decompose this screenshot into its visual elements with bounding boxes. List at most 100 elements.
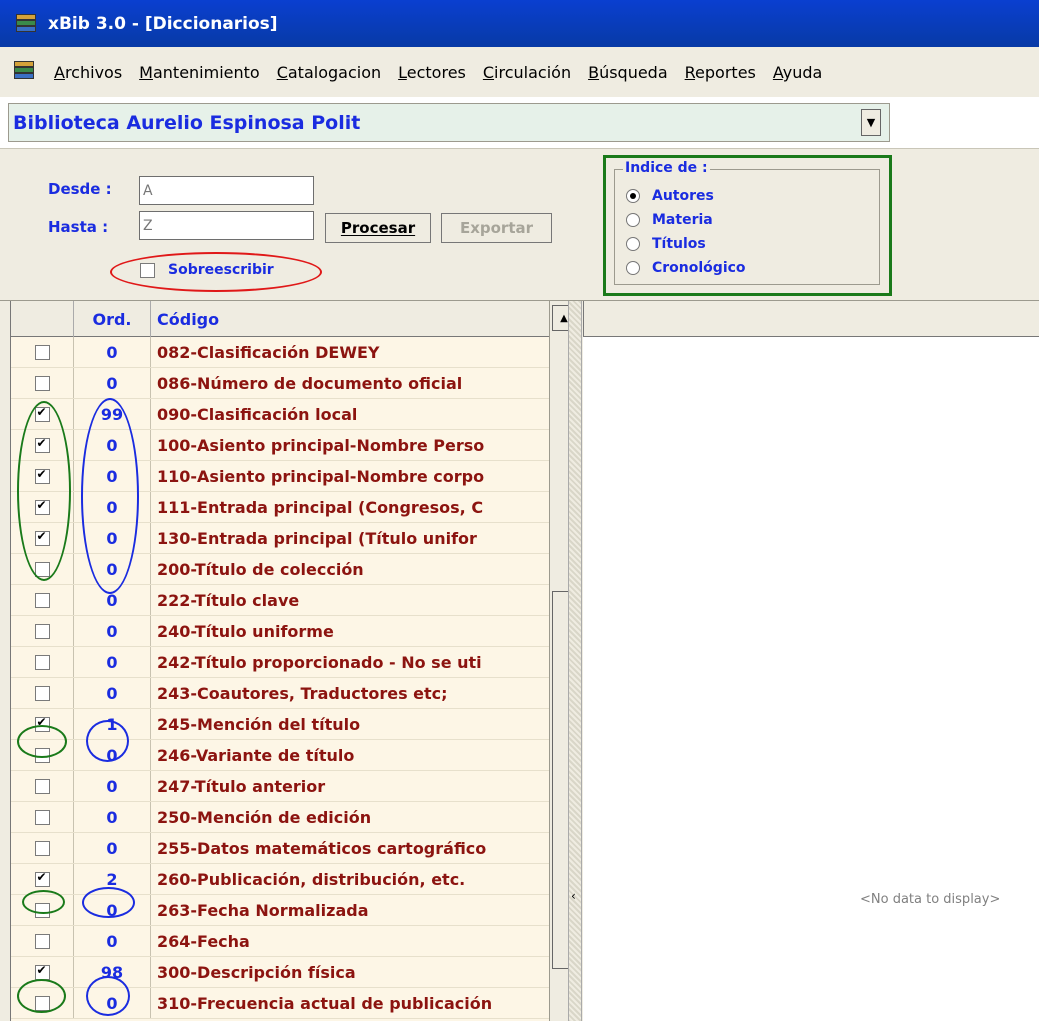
row-codigo[interactable]: 200-Título de colección bbox=[151, 554, 568, 584]
row-ord[interactable]: 0 bbox=[74, 678, 151, 708]
row-ord[interactable]: 1 bbox=[74, 709, 151, 739]
books-icon[interactable] bbox=[12, 59, 38, 85]
checkbox-icon[interactable] bbox=[34, 685, 50, 701]
row-checkbox-cell[interactable] bbox=[11, 616, 74, 646]
radio-selected-icon[interactable] bbox=[626, 189, 640, 203]
checkbox-icon[interactable] bbox=[34, 715, 50, 732]
row-ord[interactable]: 99 bbox=[74, 399, 151, 429]
checkbox-icon[interactable] bbox=[34, 747, 50, 763]
checkbox-icon[interactable] bbox=[34, 870, 50, 887]
dictionary-grid[interactable]: Ord. Código 0 082-Clasificación DEWEY 0 086… bbox=[10, 301, 568, 1021]
row-codigo[interactable]: 240-Título uniforme bbox=[151, 616, 568, 646]
checkbox-icon[interactable] bbox=[34, 344, 50, 360]
row-checkbox-cell[interactable] bbox=[11, 554, 74, 584]
row-ord[interactable]: 0 bbox=[74, 771, 151, 801]
row-checkbox-cell[interactable] bbox=[11, 833, 74, 863]
row-ord[interactable]: 0 bbox=[74, 833, 151, 863]
checkbox-icon[interactable] bbox=[34, 995, 50, 1011]
row-checkbox-cell[interactable] bbox=[11, 957, 74, 987]
sobreescribir-checkbox[interactable]: Sobreescribir bbox=[140, 262, 274, 278]
checkbox-icon[interactable] bbox=[34, 529, 50, 546]
row-codigo[interactable]: 100-Asiento principal-Nombre Perso bbox=[151, 430, 568, 460]
header-check[interactable] bbox=[11, 301, 74, 337]
row-codigo[interactable]: 086-Número de documento oficial bbox=[151, 368, 568, 398]
row-codigo[interactable]: 110-Asiento principal-Nombre corpo bbox=[151, 461, 568, 491]
row-codigo[interactable]: 250-Mención de edición bbox=[151, 802, 568, 832]
menu-mantenimiento[interactable]: Mantenimiento bbox=[139, 63, 260, 82]
table-row[interactable]: 0 082-Clasificación DEWEY bbox=[11, 337, 568, 368]
table-row[interactable]: 2260-Publicación, distribución, etc. bbox=[11, 864, 568, 895]
library-select[interactable]: Biblioteca Aurelio Espinosa Polit ▼ bbox=[8, 103, 890, 142]
row-ord[interactable]: 0 bbox=[74, 988, 151, 1018]
row-ord[interactable]: 0 bbox=[74, 337, 151, 367]
row-checkbox-cell[interactable] bbox=[11, 399, 74, 429]
row-codigo[interactable]: 260-Publicación, distribución, etc. bbox=[151, 864, 568, 894]
table-row[interactable]: 0 250-Mención de edición bbox=[11, 802, 568, 833]
row-codigo[interactable]: 130-Entrada principal (Título unifor bbox=[151, 523, 568, 553]
row-codigo[interactable]: 243-Coautores, Traductores etc; bbox=[151, 678, 568, 708]
table-row[interactable]: 0130-Entrada principal (Título unifor bbox=[11, 523, 568, 554]
checkbox-icon[interactable] bbox=[34, 778, 50, 794]
row-ord[interactable]: 0 bbox=[74, 616, 151, 646]
radio-icon[interactable] bbox=[626, 237, 640, 251]
table-row[interactable]: 1245-Mención del título bbox=[11, 709, 568, 740]
checkbox-icon[interactable] bbox=[34, 809, 50, 825]
row-ord[interactable]: 0 bbox=[74, 926, 151, 956]
scroll-up-icon[interactable]: ▲ bbox=[552, 305, 568, 331]
menu-busqueda[interactable]: Búsqueda bbox=[588, 63, 668, 82]
row-checkbox-cell[interactable] bbox=[11, 585, 74, 615]
row-checkbox-cell[interactable] bbox=[11, 647, 74, 677]
table-row[interactable]: 0 255-Datos matemáticos cartográfico bbox=[11, 833, 568, 864]
desde-input[interactable]: A bbox=[139, 176, 314, 205]
checkbox-icon[interactable] bbox=[34, 933, 50, 949]
checkbox-icon[interactable] bbox=[34, 436, 50, 453]
row-checkbox-cell[interactable] bbox=[11, 802, 74, 832]
row-checkbox-cell[interactable] bbox=[11, 492, 74, 522]
row-checkbox-cell[interactable] bbox=[11, 461, 74, 491]
row-ord[interactable]: 0 bbox=[74, 585, 151, 615]
scroll-thumb[interactable] bbox=[552, 591, 568, 969]
row-ord[interactable]: 0 bbox=[74, 802, 151, 832]
header-ord[interactable]: Ord. bbox=[74, 301, 151, 337]
table-row[interactable]: 0100-Asiento principal-Nombre Perso bbox=[11, 430, 568, 461]
row-ord[interactable]: 0 bbox=[74, 492, 151, 522]
checkbox-icon[interactable] bbox=[34, 467, 50, 484]
table-row[interactable]: 0111-Entrada principal (Congresos, C bbox=[11, 492, 568, 523]
menu-archivos[interactable]: Archivos bbox=[54, 63, 122, 82]
row-codigo[interactable]: 300-Descripción física bbox=[151, 957, 568, 987]
menu-circulacion[interactable]: Circulación bbox=[483, 63, 571, 82]
row-ord[interactable]: 0 bbox=[74, 368, 151, 398]
table-row[interactable]: 0 247-Título anterior bbox=[11, 771, 568, 802]
row-checkbox-cell[interactable] bbox=[11, 709, 74, 739]
row-codigo[interactable]: 082-Clasificación DEWEY bbox=[151, 337, 568, 367]
table-row[interactable]: 0 086-Número de documento oficial bbox=[11, 368, 568, 399]
radio-icon[interactable] bbox=[626, 261, 640, 275]
checkbox-icon[interactable] bbox=[34, 405, 50, 422]
menu-ayuda[interactable]: Ayuda bbox=[773, 63, 822, 82]
row-codigo[interactable]: 245-Mención del título bbox=[151, 709, 568, 739]
table-row[interactable]: 0 200-Título de colección bbox=[11, 554, 568, 585]
radio-titulos[interactable]: Títulos bbox=[626, 236, 706, 252]
row-checkbox-cell[interactable] bbox=[11, 988, 74, 1018]
radio-autores[interactable]: Autores bbox=[626, 188, 714, 204]
vertical-scrollbar[interactable]: ▲ bbox=[549, 301, 568, 1021]
row-checkbox-cell[interactable] bbox=[11, 895, 74, 925]
table-row[interactable]: 0 263-Fecha Normalizada bbox=[11, 895, 568, 926]
row-codigo[interactable]: 222-Título clave bbox=[151, 585, 568, 615]
table-row[interactable]: 0 264-Fecha bbox=[11, 926, 568, 957]
row-checkbox-cell[interactable] bbox=[11, 368, 74, 398]
radio-materia[interactable]: Materia bbox=[626, 212, 713, 228]
row-codigo[interactable]: 255-Datos matemáticos cartográfico bbox=[151, 833, 568, 863]
collapse-arrow-icon[interactable]: ‹ bbox=[571, 889, 576, 903]
checkbox-icon[interactable] bbox=[34, 375, 50, 391]
exportar-button[interactable]: Exportar bbox=[441, 213, 552, 243]
row-checkbox-cell[interactable] bbox=[11, 678, 74, 708]
radio-icon[interactable] bbox=[626, 213, 640, 227]
row-ord[interactable]: 98 bbox=[74, 957, 151, 987]
row-ord[interactable]: 0 bbox=[74, 430, 151, 460]
header-codigo[interactable]: Código bbox=[151, 301, 568, 337]
checkbox-icon[interactable] bbox=[34, 498, 50, 515]
table-row[interactable]: 0 310-Frecuencia actual de publicación bbox=[11, 988, 568, 1019]
checkbox-icon[interactable] bbox=[34, 840, 50, 856]
row-codigo[interactable]: 247-Título anterior bbox=[151, 771, 568, 801]
